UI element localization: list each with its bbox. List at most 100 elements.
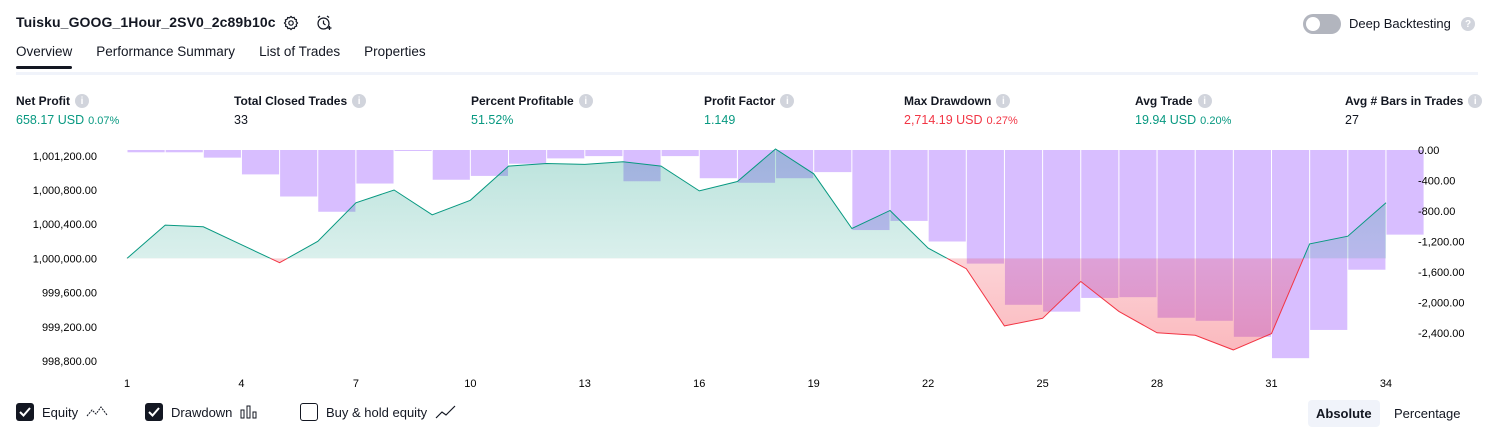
equity-drawdown-chart[interactable]: 1,001,200.00 1,000,800.00 1,000,400.00 1… <box>0 140 1494 395</box>
metric-value: 27 <box>1345 113 1359 127</box>
right-axis: 0.00 -400.00 -800.00 -1,200.00 -1,600.00… <box>1418 145 1464 340</box>
x-axis-tick: 7 <box>353 378 359 390</box>
info-icon[interactable]: i <box>1197 94 1212 108</box>
strategy-title: Tuisku_GOOG_1Hour_2SV0_2c89b10c <box>16 14 276 30</box>
tab-bar: Overview Performance Summary List of Tra… <box>16 44 426 69</box>
settings-icon[interactable] <box>280 12 302 34</box>
left-axis: 1,001,200.00 1,000,800.00 1,000,400.00 1… <box>33 151 97 368</box>
metric-label: Net Profit <box>16 94 70 108</box>
left-axis-tick: 1,000,000.00 <box>33 253 97 265</box>
drawdown-bar <box>318 150 356 212</box>
left-axis-tick: 1,001,200.00 <box>33 151 97 163</box>
x-axis-tick: 22 <box>922 378 934 390</box>
metric-value: 19.94 USD <box>1135 113 1197 127</box>
x-axis-tick: 13 <box>579 378 591 390</box>
drawdown-bar <box>127 150 165 153</box>
right-axis-tick: -2,000.00 <box>1418 298 1464 310</box>
info-icon[interactable]: i <box>578 94 593 108</box>
x-axis-tick: 16 <box>693 378 705 390</box>
drawdown-bar <box>432 150 470 180</box>
drawdown-bar <box>814 150 852 173</box>
drawdown-bar <box>165 150 203 153</box>
metric-percent-profitable: Percent Profitable i 51.52% <box>471 94 593 127</box>
tab-list-of-trades[interactable]: List of Trades <box>259 44 340 69</box>
deep-backtesting-toggle[interactable] <box>1303 14 1341 34</box>
metric-avg-trade: Avg Trade i 19.94 USD 0.20% <box>1135 94 1231 127</box>
x-axis-tick: 28 <box>1151 378 1163 390</box>
checkbox-drawdown[interactable] <box>145 403 163 421</box>
metric-label: Percent Profitable <box>471 94 574 108</box>
x-axis-tick: 10 <box>464 378 476 390</box>
drawdown-bar <box>203 150 241 158</box>
drawdown-bar <box>394 150 432 151</box>
right-axis-tick: -1,600.00 <box>1418 267 1464 279</box>
metric-label: Profit Factor <box>704 94 776 108</box>
left-axis-tick: 1,000,400.00 <box>33 219 97 231</box>
drawdown-bar <box>928 150 966 242</box>
x-axis: 1 4 7 10 13 16 19 22 25 28 31 34 <box>124 378 1392 390</box>
info-icon[interactable]: i <box>75 94 89 108</box>
trend-line-icon <box>435 405 456 419</box>
metric-label: Avg Trade <box>1135 94 1193 108</box>
checkbox-buy-hold[interactable] <box>300 403 318 421</box>
tab-overview[interactable]: Overview <box>16 44 73 69</box>
drawdown-bar <box>509 150 547 164</box>
x-axis-tick: 4 <box>238 378 244 390</box>
legend-buy-hold[interactable]: Buy & hold equity <box>300 403 457 421</box>
legend-drawdown[interactable]: Drawdown <box>145 403 260 421</box>
metric-value: 1.149 <box>704 113 736 127</box>
metric-profit-factor: Profit Factor i 1.149 <box>704 94 795 127</box>
info-icon[interactable]: i <box>996 94 1011 108</box>
x-axis-tick: 25 <box>1036 378 1048 390</box>
absolute-button[interactable]: Absolute <box>1308 400 1380 427</box>
legend-equity[interactable]: Equity <box>16 403 108 421</box>
right-axis-tick: -2,400.00 <box>1418 328 1464 340</box>
tab-divider <box>16 72 1478 75</box>
x-axis-tick: 19 <box>808 378 820 390</box>
help-icon[interactable]: ? <box>1461 17 1475 31</box>
drawdown-bar <box>661 150 699 157</box>
tab-performance-summary[interactable]: Performance Summary <box>96 44 235 69</box>
metric-label: Total Closed Trades <box>234 94 348 108</box>
metric-value: 33 <box>234 113 248 127</box>
metric-value: 658.17 USD <box>16 113 85 127</box>
metric-max-drawdown: Max Drawdown i 2,714.19 USD 0.27% <box>904 94 1018 127</box>
toggle-knob <box>1306 17 1320 31</box>
left-axis-tick: 998,800.00 <box>42 356 97 368</box>
metric-label: Avg # Bars in Trades <box>1345 94 1464 108</box>
add-alert-icon[interactable] <box>313 12 335 34</box>
metric-avg-bars-in-trades: Avg # Bars in Trades i 27 <box>1345 94 1483 127</box>
drawdown-bar <box>280 150 318 197</box>
legend-label: Buy & hold equity <box>326 404 428 420</box>
drawdown-bar <box>1272 150 1310 359</box>
drawdown-bar <box>547 150 585 159</box>
drawdown-bar <box>1386 150 1424 235</box>
drawdown-bar <box>890 150 928 221</box>
x-axis-tick: 31 <box>1265 378 1277 390</box>
legend-label: Equity <box>42 404 79 420</box>
equity-line-icon <box>86 406 108 417</box>
tab-properties[interactable]: Properties <box>364 44 426 69</box>
left-axis-tick: 999,600.00 <box>42 288 97 300</box>
bars-icon <box>240 405 257 419</box>
right-axis-tick: -1,200.00 <box>1418 237 1464 249</box>
metric-label: Max Drawdown <box>904 94 992 108</box>
metric-value: 51.52% <box>471 113 514 127</box>
checkbox-equity[interactable] <box>16 403 34 421</box>
drawdown-bar <box>356 150 394 184</box>
left-axis-tick: 1,000,800.00 <box>33 185 97 197</box>
right-axis-tick: -800.00 <box>1418 206 1455 218</box>
metric-net-profit: Net Profit i 658.17 USD 0.07% <box>16 94 119 127</box>
metric-percent: 0.27% <box>986 115 1018 127</box>
info-icon[interactable]: i <box>780 94 795 108</box>
drawdown-bar <box>585 150 623 157</box>
right-axis-tick: -400.00 <box>1418 176 1455 188</box>
percentage-button[interactable]: Percentage <box>1386 400 1469 427</box>
info-icon[interactable]: i <box>352 94 367 108</box>
left-axis-tick: 999,200.00 <box>42 322 97 334</box>
info-icon[interactable]: i <box>1468 94 1483 108</box>
x-axis-tick: 1 <box>124 378 130 390</box>
right-axis-tick: 0.00 <box>1418 145 1439 157</box>
drawdown-bar <box>699 150 737 179</box>
legend-label: Drawdown <box>171 404 233 420</box>
